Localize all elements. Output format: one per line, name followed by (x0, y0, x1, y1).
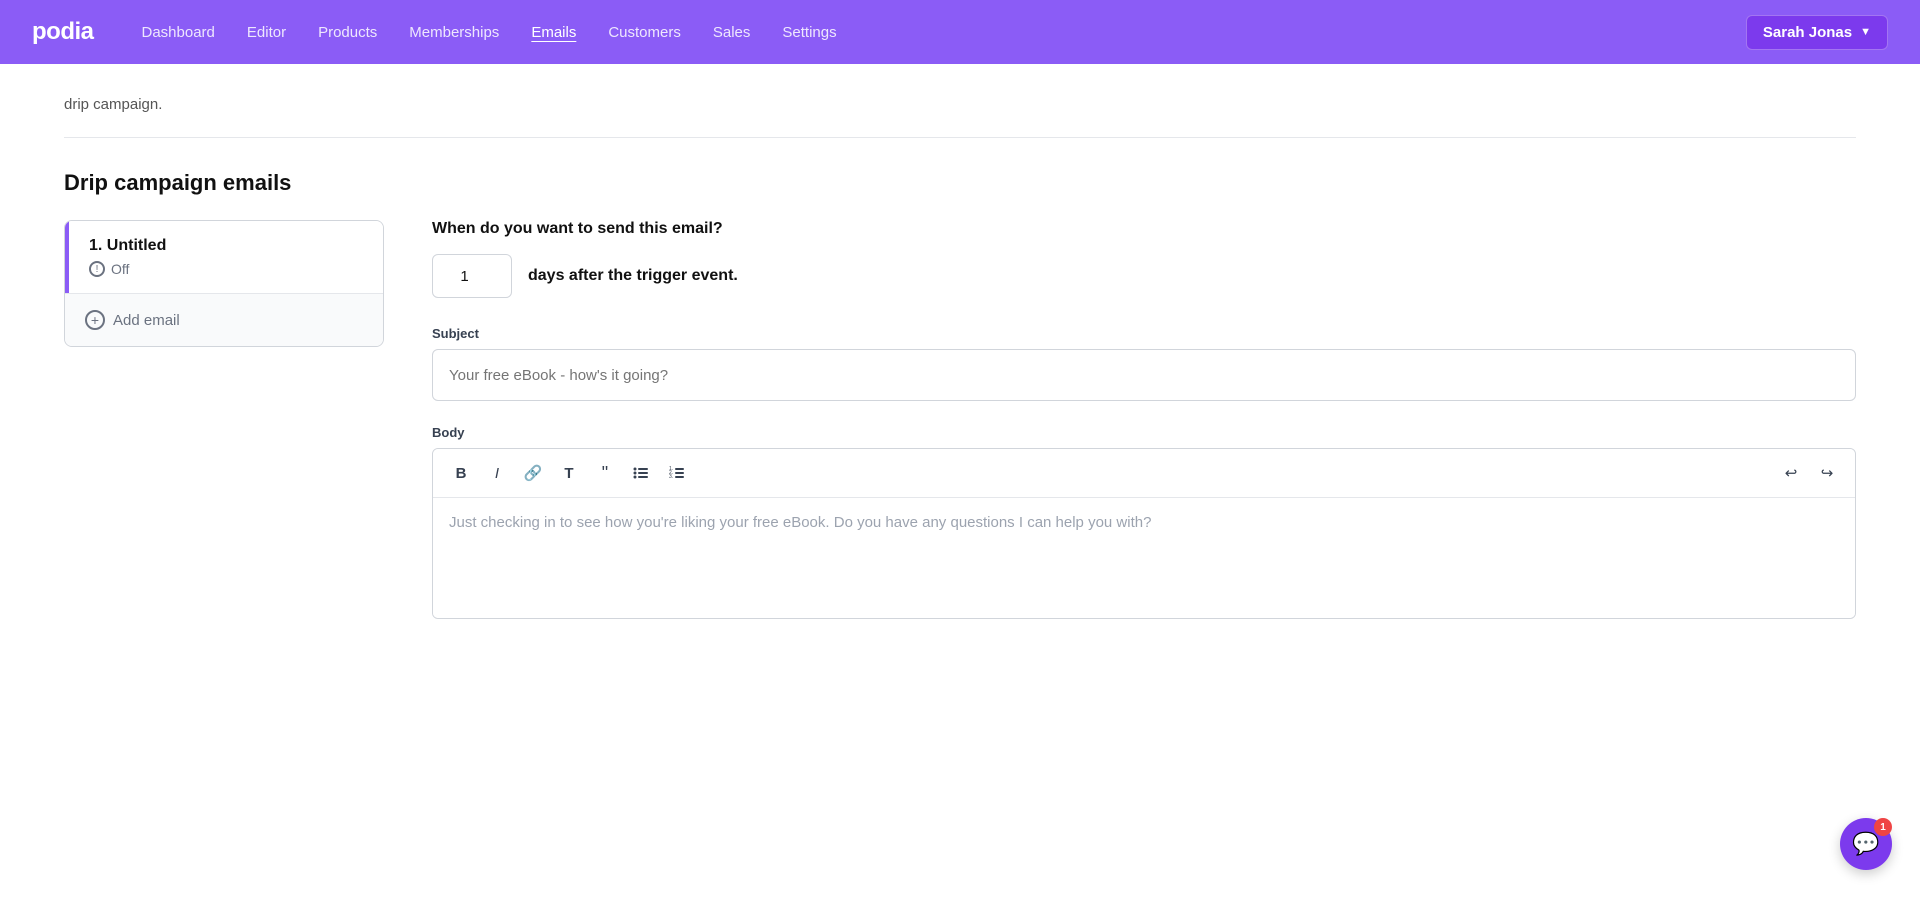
email-list: 1. Untitled ! Off + Add email (64, 220, 384, 347)
redo-button[interactable]: ↪ (1811, 457, 1843, 489)
nav-sales[interactable]: Sales (713, 24, 751, 41)
nav-products[interactable]: Products (318, 24, 377, 41)
days-input[interactable] (432, 254, 512, 298)
italic-button[interactable]: I (481, 457, 513, 489)
editor-toolbar: B I 🔗 T " (433, 449, 1855, 498)
section-divider (64, 137, 1856, 138)
email-item-status: ! Off (89, 261, 363, 277)
left-panel: 1. Untitled ! Off + Add email (64, 220, 384, 347)
body-content[interactable]: Just checking in to see how you're likin… (433, 498, 1855, 618)
nav-dashboard[interactable]: Dashboard (142, 24, 215, 41)
unordered-list-button[interactable] (625, 457, 657, 489)
user-name: Sarah Jonas (1763, 24, 1852, 41)
chat-icon: 💬 (1852, 831, 1879, 857)
section-title: Drip campaign emails (64, 170, 1856, 196)
quote-button[interactable]: " (589, 457, 621, 489)
email-list-item[interactable]: 1. Untitled ! Off (65, 221, 383, 293)
body-editor: B I 🔗 T " (432, 448, 1856, 619)
nav-memberships[interactable]: Memberships (409, 24, 499, 41)
main-layout: 1. Untitled ! Off + Add email When do yo… (64, 220, 1856, 619)
nav-customers[interactable]: Customers (608, 24, 681, 41)
chat-badge: 1 (1874, 818, 1892, 836)
undo-button[interactable]: ↩ (1775, 457, 1807, 489)
days-row: days after the trigger event. (432, 254, 1856, 298)
right-panel: When do you want to send this email? day… (432, 220, 1856, 619)
link-button[interactable]: 🔗 (517, 457, 549, 489)
body-label: Body (432, 425, 1856, 440)
page-content: drip campaign. Drip campaign emails 1. U… (0, 64, 1920, 651)
subject-input[interactable] (432, 349, 1856, 401)
body-section: Body B I 🔗 T " (432, 425, 1856, 619)
logo[interactable]: podia (32, 18, 94, 46)
subject-section: Subject (432, 326, 1856, 401)
subject-label: Subject (432, 326, 1856, 341)
text-format-button[interactable]: T (553, 457, 585, 489)
svg-text:3.: 3. (669, 474, 673, 480)
add-email-button[interactable]: + Add email (65, 293, 383, 346)
user-menu[interactable]: Sarah Jonas ▼ (1746, 15, 1888, 50)
drip-intro-text: drip campaign. (64, 96, 1856, 113)
status-label: Off (111, 261, 129, 277)
nav-links: Dashboard Editor Products Memberships Em… (142, 24, 1746, 41)
email-item-title: 1. Untitled (89, 237, 363, 255)
toolbar-right: ↩ ↪ (1775, 457, 1843, 489)
add-circle-icon: + (85, 310, 105, 330)
nav-settings[interactable]: Settings (782, 24, 836, 41)
ordered-list-button[interactable]: 1. 2. 3. (661, 457, 693, 489)
status-icon: ! (89, 261, 105, 277)
add-email-label: Add email (113, 312, 180, 329)
days-after-label: days after the trigger event. (528, 267, 738, 285)
bold-button[interactable]: B (445, 457, 477, 489)
nav-editor[interactable]: Editor (247, 24, 286, 41)
when-send-question: When do you want to send this email? (432, 220, 1856, 238)
nav-emails[interactable]: Emails (531, 24, 576, 41)
navbar: podia Dashboard Editor Products Membersh… (0, 0, 1920, 64)
chat-bubble[interactable]: 💬 1 (1840, 818, 1892, 870)
chevron-down-icon: ▼ (1860, 26, 1871, 38)
